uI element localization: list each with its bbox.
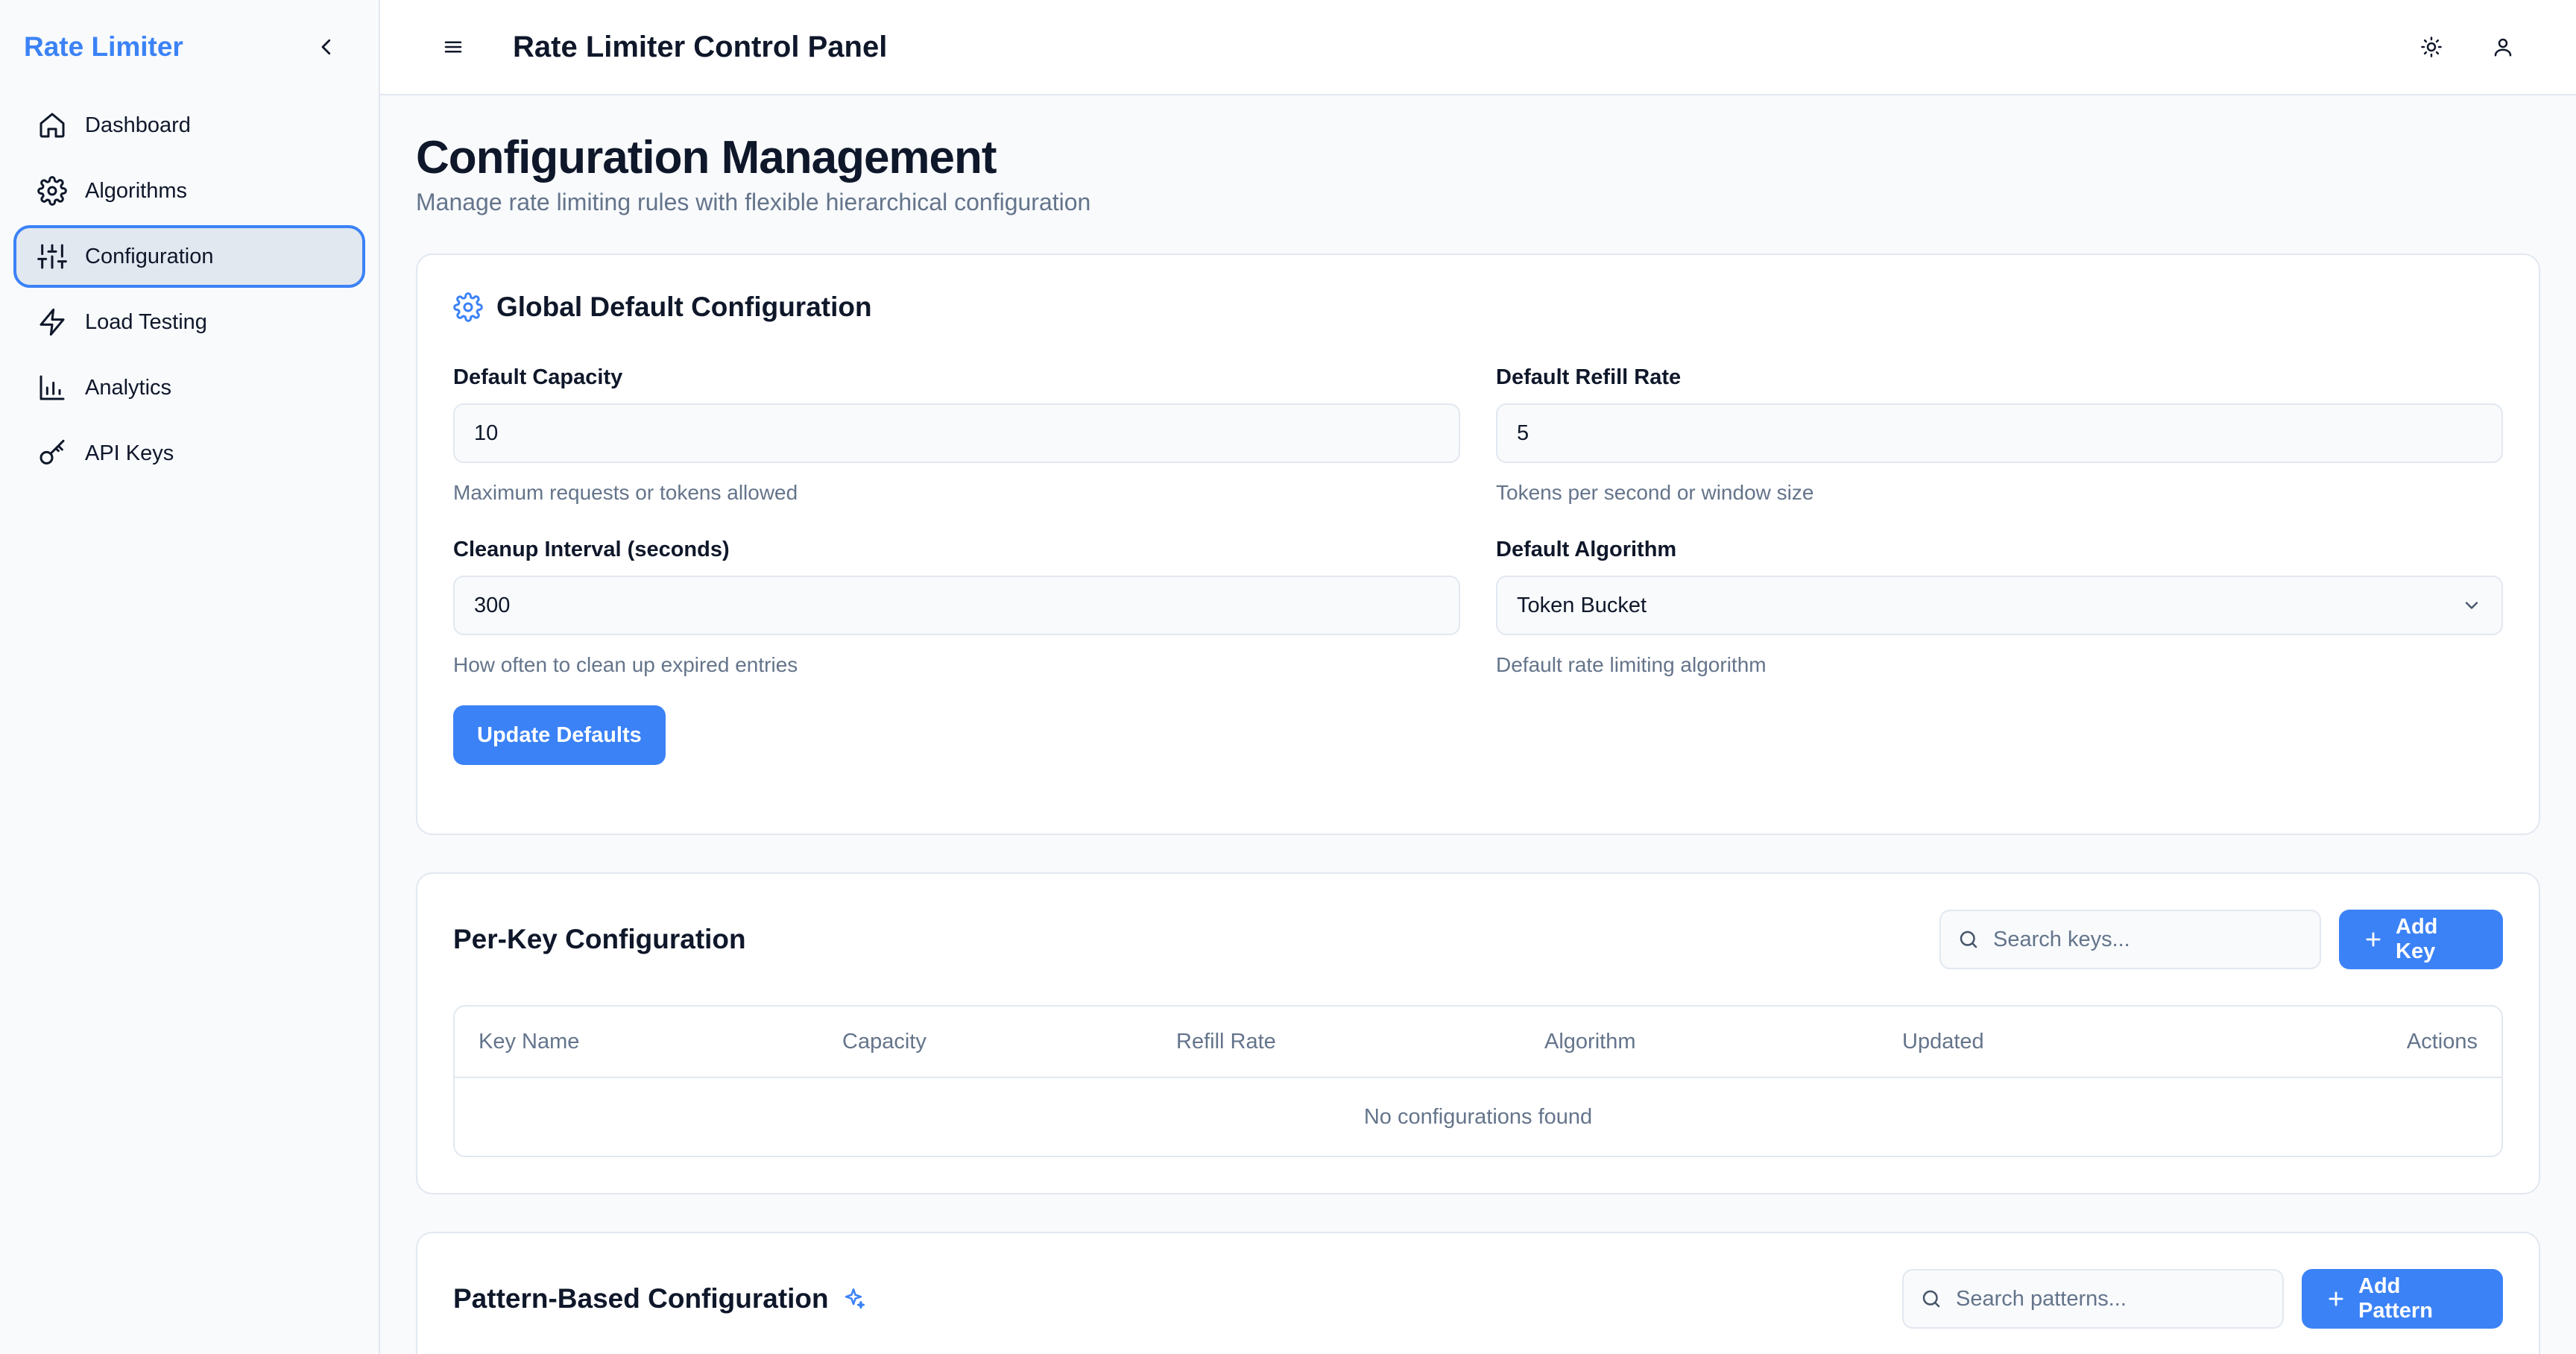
sidebar-item-load-testing[interactable]: Load Testing: [13, 291, 365, 353]
default-refill-rate-field: Default Refill Rate 5 Tokens per second …: [1496, 365, 2503, 505]
app-root: Rate Limiter Dashboard Algorithms Config…: [0, 0, 2576, 1354]
sidebar-item-label: Configuration: [85, 244, 214, 268]
chevron-down-icon: [2465, 602, 2478, 609]
search-placeholder: Search patterns...: [1956, 1286, 2127, 1311]
field-label: Default Capacity: [453, 365, 623, 389]
sidebar-item-label: API Keys: [85, 441, 174, 465]
global-config-title: Global Default Configuration: [496, 292, 872, 322]
column-header-actions: Actions: [2406, 1029, 2478, 1054]
per-key-table: Key Name Capacity Refill Rate Algorithm …: [453, 1005, 2503, 1157]
key-icon: [36, 437, 69, 470]
sidebar-nav: Dashboard Algorithms Configuration Load …: [0, 94, 379, 485]
field-help: Tokens per second or window size: [1496, 481, 1814, 504]
sliders-icon: [36, 240, 69, 273]
cleanup-interval-input[interactable]: 300: [453, 576, 1460, 635]
pattern-config-header: Pattern-Based Configuration Search patte…: [453, 1269, 2503, 1329]
sparkles-icon: [841, 1286, 866, 1312]
hamburger-menu-icon: [444, 41, 462, 53]
search-keys-input[interactable]: Search keys...: [1939, 910, 2321, 969]
selected-algorithm: Token Bucket: [1517, 593, 1647, 617]
pattern-title-row: Pattern-Based Configuration: [453, 1283, 866, 1314]
sidebar-item-label: Load Testing: [85, 309, 207, 334]
pattern-actions: Search patterns... Add Pattern: [1902, 1269, 2503, 1329]
sidebar-item-dashboard[interactable]: Dashboard: [13, 94, 365, 157]
per-key-actions: Search keys... Add Key: [1939, 910, 2503, 969]
sun-icon: [2421, 37, 2442, 57]
brand-logo[interactable]: Rate Limiter: [24, 31, 183, 63]
search-placeholder: Search keys...: [1993, 927, 2130, 951]
pattern-config-title: Pattern-Based Configuration: [453, 1283, 829, 1314]
plus-icon: [2326, 1288, 2346, 1309]
sidebar-item-label: Analytics: [85, 375, 172, 400]
menu-button[interactable]: [425, 19, 482, 75]
chevron-left-icon: [321, 39, 331, 55]
default-capacity-input[interactable]: 10: [453, 403, 1460, 463]
sidebar-item-api-keys[interactable]: API Keys: [13, 422, 365, 485]
gear-icon: [36, 174, 69, 207]
search-icon: [1957, 928, 1980, 951]
sidebar-item-analytics[interactable]: Analytics: [13, 356, 365, 419]
add-key-button[interactable]: Add Key: [2339, 910, 2503, 969]
default-capacity-field: Default Capacity 10 Maximum requests or …: [453, 365, 1460, 505]
sidebar-header: Rate Limiter: [0, 0, 379, 94]
add-key-label: Add Key: [2396, 915, 2438, 963]
bar-chart-icon: [36, 371, 69, 404]
update-defaults-button[interactable]: Update Defaults: [453, 705, 666, 765]
column-header-key-name[interactable]: Key Name: [479, 1030, 842, 1054]
page-subtitle: Manage rate limiting rules with flexible…: [416, 189, 1091, 215]
home-icon: [36, 109, 69, 142]
column-header-updated[interactable]: Updated: [1902, 1030, 2230, 1054]
global-config-card: Global Default Configuration Default Cap…: [416, 254, 2540, 835]
header-title: Rate Limiter Control Panel: [513, 30, 888, 63]
user-profile-button[interactable]: [2475, 19, 2531, 75]
empty-state-row: No configurations found: [1363, 1104, 1593, 1129]
default-algorithm-field: Default Algorithm Token Bucket Default r…: [1496, 538, 2503, 677]
sidebar-item-label: Algorithms: [85, 178, 187, 203]
field-help: How often to clean up expired entries: [453, 653, 798, 676]
default-algorithm-select[interactable]: Token Bucket: [1496, 576, 2503, 635]
sidebar-item-configuration[interactable]: Configuration: [13, 225, 365, 288]
search-icon: [1920, 1288, 1942, 1310]
pattern-config-card: Pattern-Based Configuration Search patte…: [416, 1232, 2540, 1354]
sidebar-item-algorithms[interactable]: Algorithms: [13, 160, 365, 222]
field-help: Default rate limiting algorithm: [1496, 653, 1767, 676]
top-header: Rate Limiter Control Panel: [380, 0, 2576, 95]
table-header: Key Name Capacity Refill Rate Algorithm …: [455, 1007, 2501, 1078]
column-header-capacity[interactable]: Capacity: [842, 1030, 1176, 1054]
theme-toggle-button[interactable]: [2403, 19, 2460, 75]
main-content: Configuration Management Manage rate lim…: [380, 97, 2576, 1354]
zap-icon: [36, 306, 69, 338]
field-label: Default Algorithm: [1496, 538, 1677, 561]
default-refill-rate-input[interactable]: 5: [1496, 403, 2503, 463]
collapse-sidebar-button[interactable]: [304, 25, 349, 69]
field-help: Maximum requests or tokens allowed: [453, 481, 798, 504]
search-patterns-input[interactable]: Search patterns...: [1902, 1269, 2284, 1329]
add-pattern-label: Add Pattern: [2358, 1274, 2433, 1323]
gear-icon: [453, 291, 486, 324]
page-title: Configuration Management: [416, 132, 997, 183]
per-key-config-header: Per-Key Configuration Search keys... Add…: [453, 910, 2503, 969]
global-config-header: Global Default Configuration: [453, 291, 2503, 324]
field-label: Cleanup Interval (seconds): [453, 538, 730, 561]
sidebar-item-label: Dashboard: [85, 113, 191, 137]
column-header-refill-rate[interactable]: Refill Rate: [1176, 1030, 1544, 1054]
global-config-form: Default Capacity 10 Maximum requests or …: [453, 365, 2503, 710]
field-label: Default Refill Rate: [1496, 365, 1682, 389]
per-key-config-card: Per-Key Configuration Search keys... Add…: [416, 872, 2540, 1194]
sidebar: Rate Limiter Dashboard Algorithms Config…: [0, 0, 380, 1354]
user-icon: [2494, 38, 2512, 57]
plus-icon: [2363, 929, 2384, 950]
column-header-algorithm[interactable]: Algorithm: [1544, 1030, 1902, 1054]
per-key-config-title: Per-Key Configuration: [453, 924, 746, 954]
cleanup-interval-field: Cleanup Interval (seconds) 300 How often…: [453, 538, 1460, 677]
add-pattern-button[interactable]: Add Pattern: [2302, 1269, 2503, 1329]
